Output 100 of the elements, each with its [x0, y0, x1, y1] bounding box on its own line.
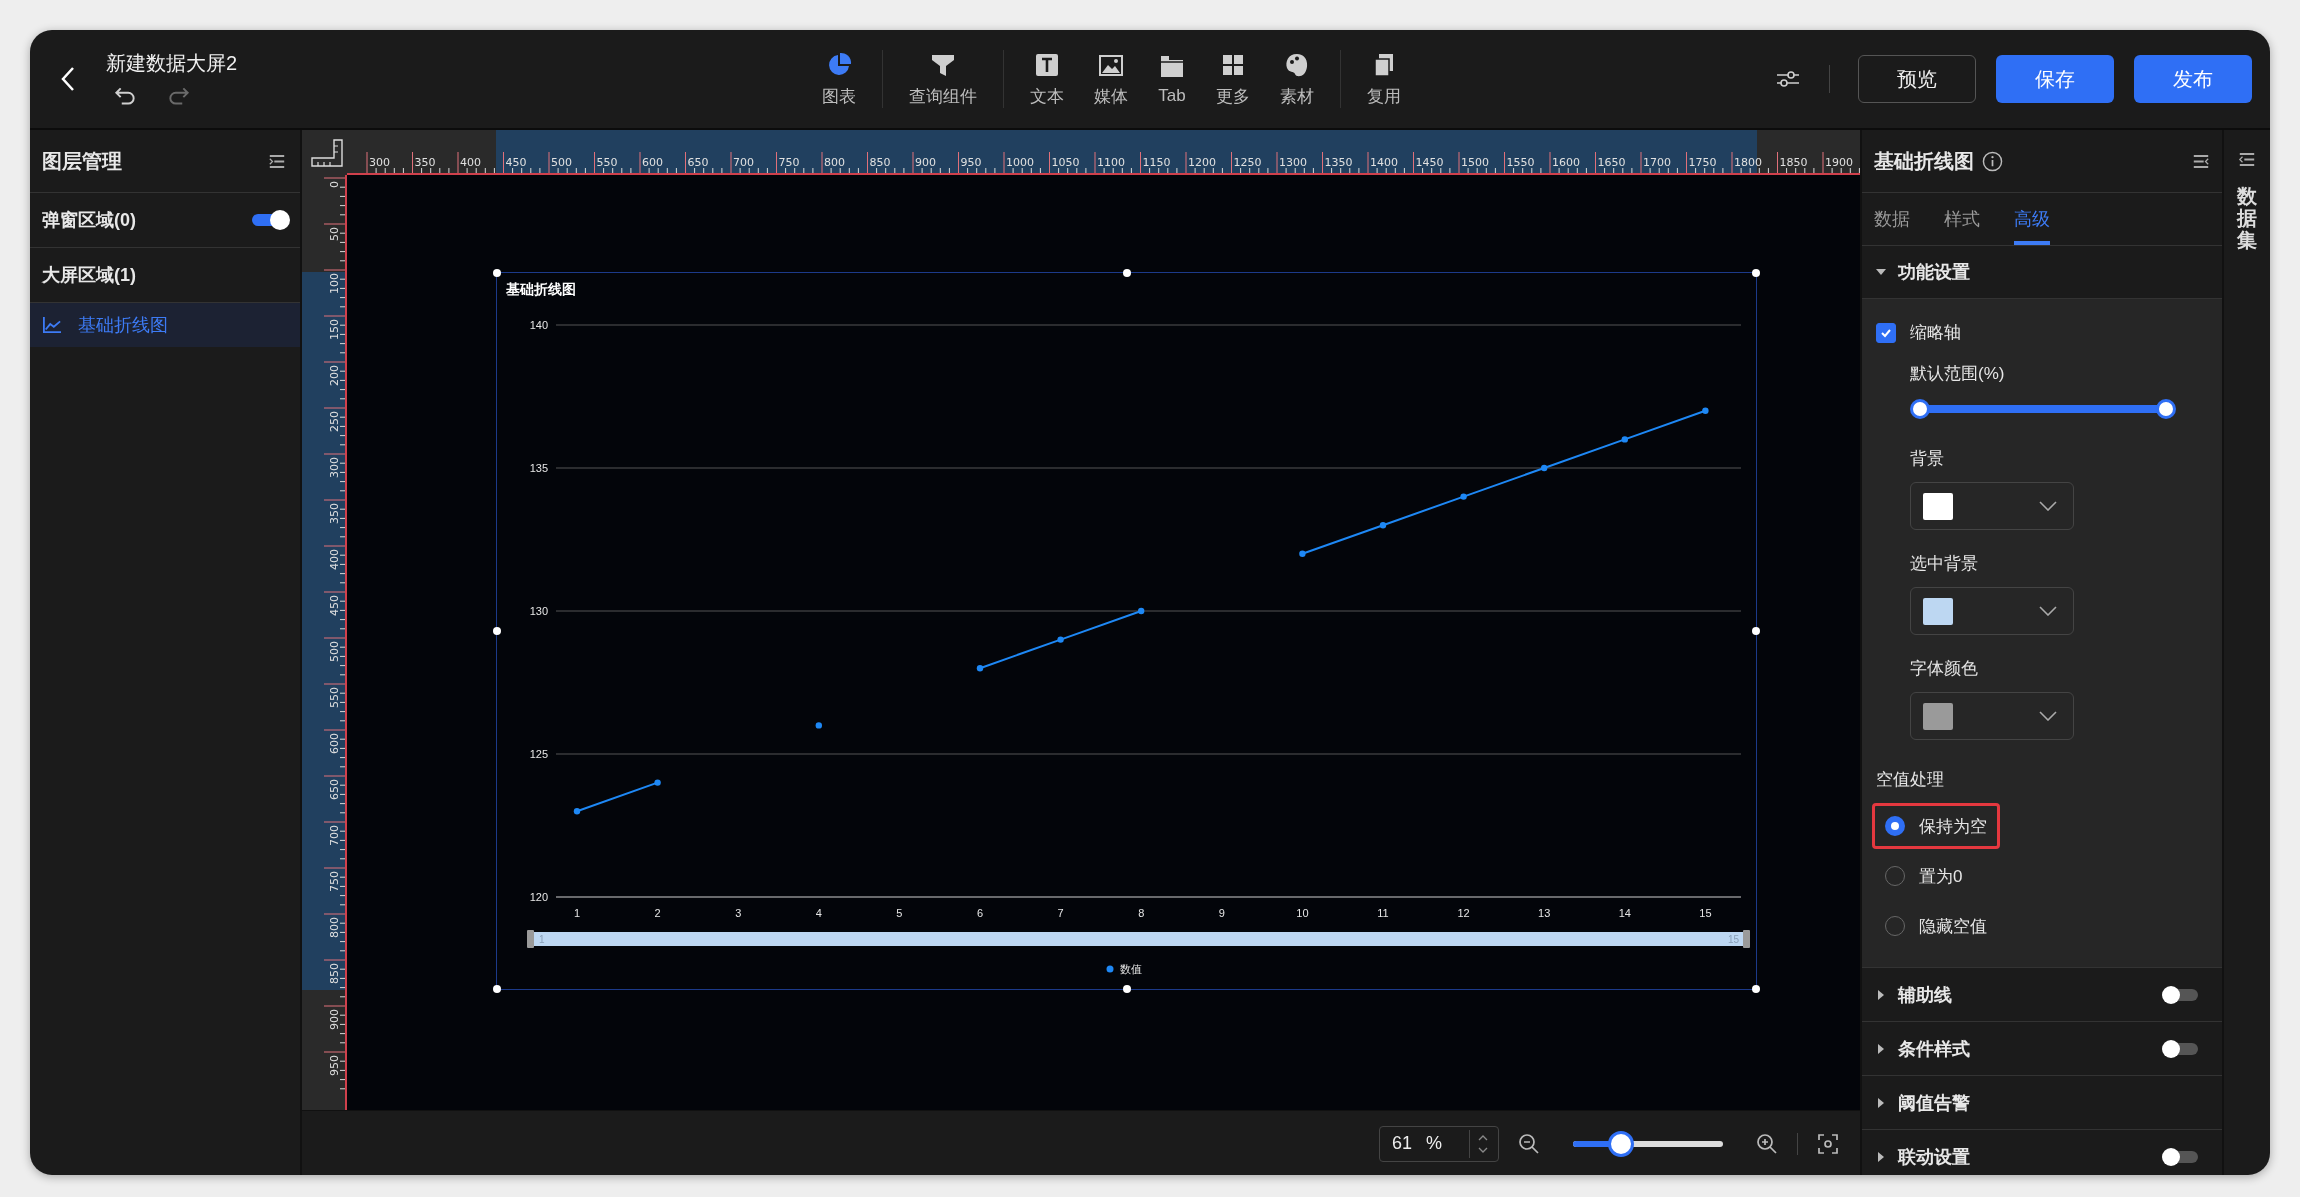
checkbox-label: 缩略轴 [1910, 322, 1961, 344]
spinner-arrows-icon[interactable] [1469, 1129, 1490, 1158]
toolbar-button[interactable]: 图表 [818, 50, 860, 108]
axis-label: 5 [896, 907, 903, 919]
data-point [1379, 522, 1387, 529]
data-point [1541, 464, 1548, 472]
data-point [1299, 550, 1306, 557]
range-slider[interactable] [1910, 399, 2176, 419]
chevron-down-icon [2039, 501, 2057, 511]
data-point [1138, 607, 1145, 615]
toolbar-button[interactable]: 文本 [1026, 50, 1068, 108]
field-label: 字体颜色 [1910, 658, 1978, 680]
resize-handle[interactable] [1752, 985, 1760, 993]
action-button[interactable]: 保存 [1996, 55, 2114, 103]
field-label: 默认范围(%) [1910, 363, 2005, 385]
tab[interactable]: 样式 [1944, 193, 1980, 245]
axis-label: 140 [529, 319, 548, 331]
slider-thumb[interactable] [1607, 1130, 1634, 1157]
resize-handle[interactable] [1752, 627, 1760, 635]
action-button[interactable]: 发布 [2134, 55, 2252, 103]
checkbox[interactable] [1876, 322, 1896, 343]
slider-thumb[interactable] [1910, 399, 1930, 419]
zoom-handle[interactable] [1743, 930, 1750, 948]
tab[interactable]: 高级 [2014, 193, 2050, 245]
ruler-corner-icon[interactable] [302, 130, 347, 175]
caret-icon [1876, 1151, 1886, 1162]
legend-label[interactable]: 数值 [1120, 963, 1142, 975]
toggle-switch[interactable] [2164, 988, 2198, 1001]
toolbar-button[interactable]: 查询组件 [905, 50, 981, 108]
resize-handle[interactable] [1122, 985, 1131, 993]
data-point [1702, 407, 1709, 414]
slider-thumb[interactable] [2156, 399, 2176, 419]
line-chart-icon [42, 316, 62, 334]
axis-label: 2 [654, 907, 661, 919]
resize-handle[interactable] [493, 269, 501, 277]
group-label: 大屏区域(1) [42, 264, 136, 287]
axis-label: 1 [573, 907, 581, 919]
axis-label: 4 [815, 907, 822, 919]
resize-handle[interactable] [493, 627, 501, 635]
zoom-field[interactable]: 61 % [1379, 1125, 1499, 1162]
toolbar-button[interactable]: 复用 [1363, 50, 1405, 108]
resize-handle[interactable] [1752, 269, 1760, 277]
section-header[interactable]: 阈值告警 [1862, 1076, 2222, 1130]
data-point [654, 779, 661, 786]
chart-title: 基础折线图 [506, 281, 576, 297]
axis-label: 13 [1538, 907, 1551, 919]
toolbar-button[interactable]: Tab [1154, 52, 1190, 106]
zoom-in-icon[interactable] [1755, 1131, 1779, 1156]
caret-icon [1876, 989, 1886, 1000]
menu-icon[interactable] [2192, 153, 2210, 169]
section-header[interactable]: 联动设置 [1862, 1130, 2222, 1175]
radio-option[interactable]: 隐藏空值 [1872, 903, 2000, 949]
zoom-handle[interactable] [527, 930, 534, 948]
axis-label: 15 [1699, 907, 1712, 919]
caret-icon [1876, 1097, 1886, 1108]
panel-title: 图层管理 [42, 148, 122, 174]
data-point [1460, 493, 1467, 500]
tab[interactable]: 数据 [1874, 193, 1910, 245]
toggle-switch[interactable] [2164, 1150, 2198, 1163]
data-zoom-slider[interactable] [532, 932, 1746, 946]
axis-label: 9 [1218, 907, 1225, 919]
data-point [573, 808, 581, 815]
toolbar-button[interactable]: 媒体 [1090, 50, 1132, 108]
dataset-tab[interactable]: 数据集 [2237, 185, 2257, 251]
info-icon[interactable] [1982, 150, 2003, 172]
vertical-ruler: 0 50 100 150 200 250 300 350 400 450 500 550 600 650 700 750 800 850 900 950 [302, 175, 347, 1110]
field-label: 空值处理 [1876, 769, 1945, 791]
resize-handle[interactable] [1122, 269, 1131, 277]
action-button[interactable]: 预览 [1858, 55, 1976, 103]
toolbar-button[interactable]: 素材 [1276, 50, 1318, 108]
zoom-out-icon[interactable] [1517, 1131, 1541, 1156]
color-picker[interactable] [1910, 482, 2074, 530]
menu-icon[interactable] [268, 153, 286, 169]
section-header[interactable]: 条件样式 [1862, 1022, 2222, 1076]
radio-option[interactable]: 置为0 [1872, 853, 1976, 899]
toolbar-button[interactable]: 更多 [1212, 50, 1254, 108]
axis-label: 7 [1057, 907, 1064, 919]
axis-label: 14 [1618, 907, 1631, 919]
data-point [976, 665, 984, 672]
axis-label: 3 [735, 907, 742, 919]
axis-label: 130 [529, 605, 548, 617]
color-picker[interactable] [1910, 587, 2074, 635]
axis-label: 10 [1296, 907, 1309, 919]
toggle-switch[interactable] [2164, 1042, 2198, 1055]
color-picker[interactable] [1910, 692, 2074, 740]
layer-item[interactable]: 基础折线图 [30, 303, 300, 347]
chevron-down-icon [2039, 606, 2057, 616]
fit-screen-icon[interactable] [1816, 1131, 1840, 1156]
radio-option[interactable]: 保持为空 [1872, 803, 2000, 849]
resize-handle[interactable] [493, 985, 501, 993]
data-point [1621, 436, 1628, 443]
axis-label: 125 [529, 748, 548, 760]
field-label: 选中背景 [1910, 553, 1978, 575]
section-header[interactable]: 辅助线 [1862, 968, 2222, 1022]
axis-label: 135 [529, 462, 548, 474]
field-label: 背景 [1910, 448, 1944, 470]
menu-icon[interactable] [2238, 152, 2256, 167]
chevron-down-icon [2039, 711, 2057, 721]
horizontal-ruler: 300 350 400 450 500 550 600 650 700 750 800 850 900 950 1000 1050 1100 1150 1200 1250 1300 1350 1400 1450 1500 1550 1600 1650 1700 1750 1800 1850 1900 [347, 130, 1860, 175]
data-point [815, 722, 822, 729]
